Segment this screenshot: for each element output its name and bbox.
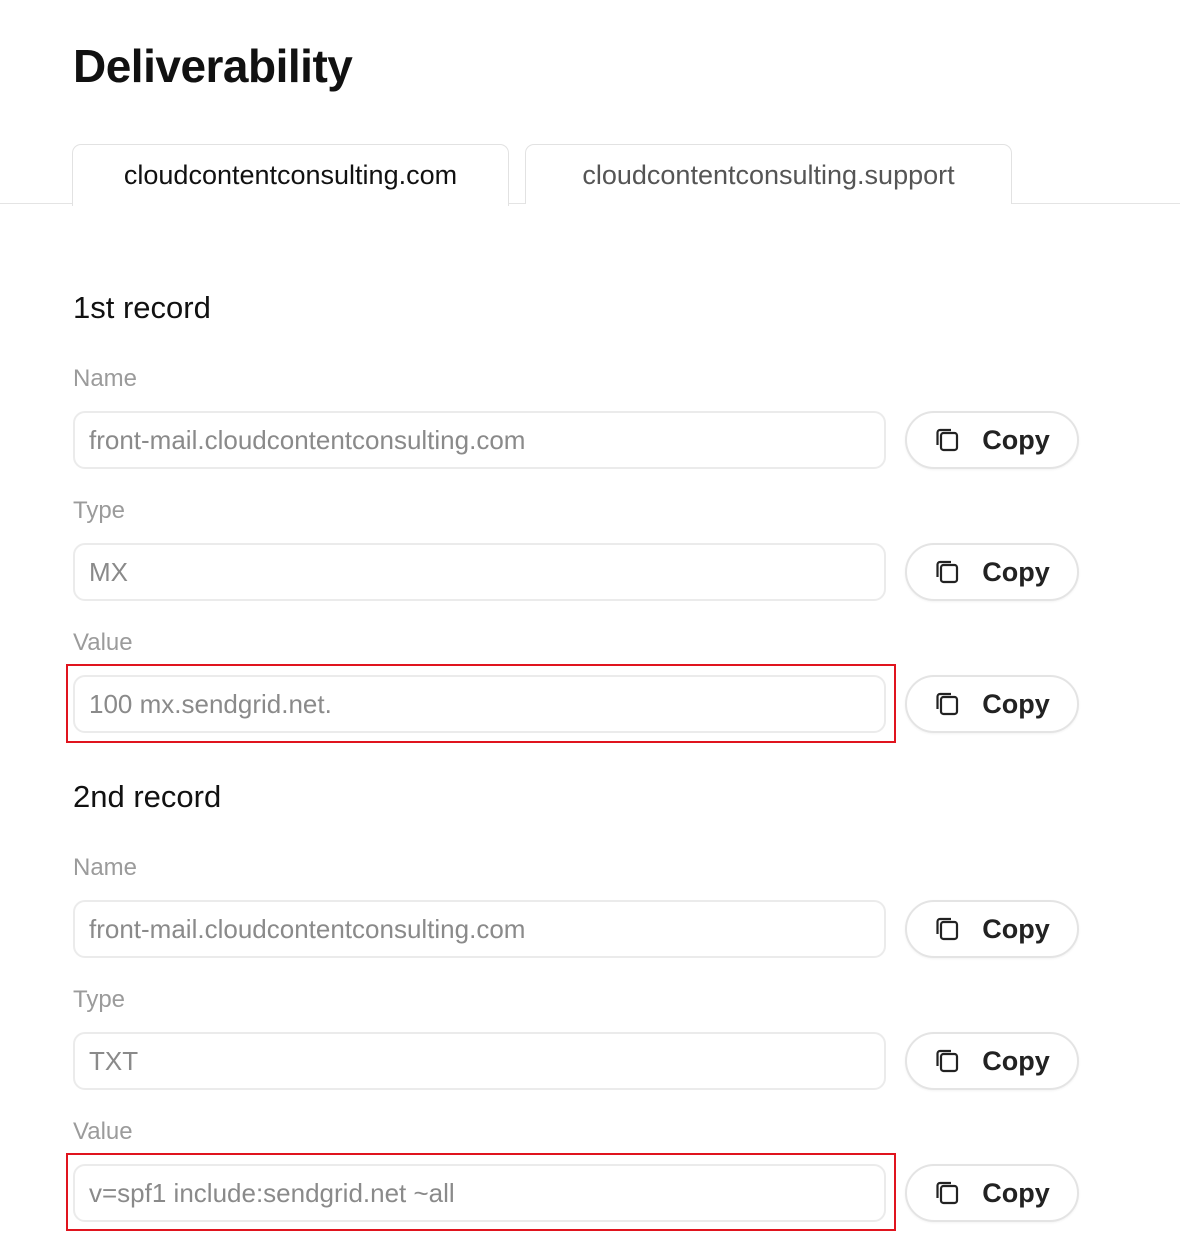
copy-button[interactable]: Copy [905, 900, 1079, 958]
type-field[interactable] [73, 543, 886, 601]
copy-icon [934, 559, 960, 585]
tab-cloudcontentconsulting-support[interactable]: cloudcontentconsulting.support [525, 144, 1012, 204]
copy-icon [934, 1180, 960, 1206]
field-label-type: Type [73, 497, 126, 524]
copy-button[interactable]: Copy [905, 543, 1079, 601]
name-field[interactable] [73, 411, 886, 469]
copy-button[interactable]: Copy [905, 1164, 1079, 1222]
copy-button[interactable]: Copy [905, 411, 1079, 469]
type-field[interactable] [73, 1032, 886, 1090]
record-title: 1st record [73, 290, 211, 325]
copy-icon [934, 427, 960, 453]
copy-icon [934, 1048, 960, 1074]
name-field[interactable] [73, 900, 886, 958]
value-field[interactable] [73, 675, 886, 733]
copy-button[interactable]: Copy [905, 675, 1079, 733]
tab-cloudcontentconsulting-com[interactable]: cloudcontentconsulting.com [72, 144, 509, 206]
field-label-name: Name [73, 365, 138, 392]
field-label-name: Name [73, 854, 138, 881]
field-label-value: Value [73, 629, 133, 656]
page-title: Deliverability [73, 40, 353, 92]
copy-button-label: Copy [982, 913, 1050, 944]
copy-icon [934, 916, 960, 942]
copy-button-label: Copy [982, 424, 1050, 455]
copy-button-label: Copy [982, 1045, 1050, 1076]
copy-button-label: Copy [982, 556, 1050, 587]
copy-button-label: Copy [982, 1177, 1050, 1208]
record-title: 2nd record [73, 779, 222, 814]
field-label-value: Value [73, 1118, 133, 1145]
field-label-type: Type [73, 986, 126, 1013]
copy-button[interactable]: Copy [905, 1032, 1079, 1090]
copy-icon [934, 691, 960, 717]
copy-button-label: Copy [982, 688, 1050, 719]
value-field[interactable] [73, 1164, 886, 1222]
